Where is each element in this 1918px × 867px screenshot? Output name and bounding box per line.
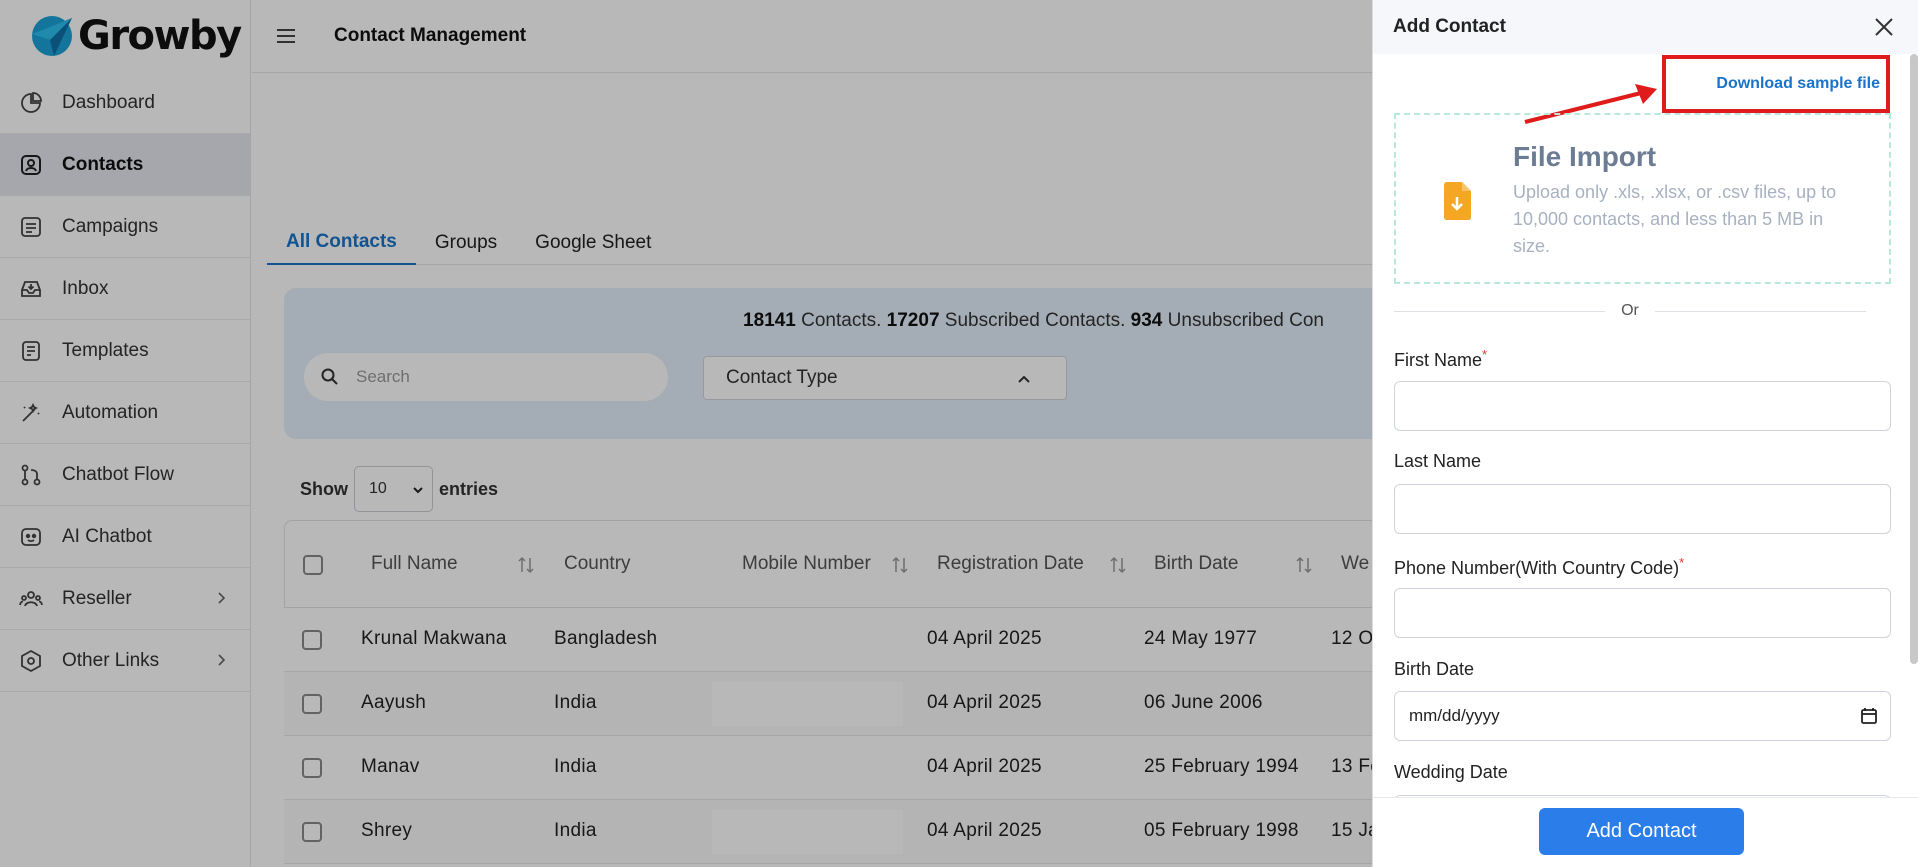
birth-date-input[interactable]: mm/dd/yyyy bbox=[1394, 691, 1891, 741]
wedding-date-label: Wedding Date bbox=[1394, 762, 1508, 782]
phone-number-label-text: Phone Number(With Country Code) bbox=[1394, 558, 1680, 578]
file-download-icon bbox=[1444, 182, 1471, 220]
file-import-title: File Import bbox=[1513, 141, 1657, 172]
drawer-scrollbar[interactable] bbox=[1910, 54, 1918, 664]
last-name-input[interactable] bbox=[1394, 484, 1891, 534]
date-placeholder: mm/dd/yyyy bbox=[1409, 706, 1500, 725]
required-marker: * bbox=[1482, 347, 1488, 362]
file-import-description: Upload only .xls, .xlsx, or .csv files, … bbox=[1513, 182, 1837, 256]
last-name-label: Last Name bbox=[1394, 451, 1482, 471]
add-contact-drawer: Add Contact Download sample file File Im… bbox=[1372, 0, 1918, 867]
calendar-icon[interactable] bbox=[1860, 707, 1878, 725]
birth-date-label: Birth Date bbox=[1394, 659, 1475, 679]
modal-backdrop[interactable] bbox=[0, 0, 1372, 867]
or-divider: Or bbox=[1394, 302, 1866, 320]
drawer-footer: Add Contact bbox=[1373, 797, 1918, 867]
highlight-box bbox=[1662, 55, 1890, 113]
drawer-header: Add Contact bbox=[1373, 0, 1918, 54]
drawer-title: Add Contact bbox=[1393, 16, 1506, 37]
add-contact-button[interactable]: Add Contact bbox=[1539, 808, 1744, 855]
or-text: Or bbox=[1621, 302, 1639, 319]
phone-number-input[interactable] bbox=[1394, 588, 1891, 638]
required-marker: * bbox=[1679, 555, 1685, 570]
close-icon[interactable] bbox=[1872, 15, 1896, 39]
first-name-label-text: First Name bbox=[1394, 350, 1483, 370]
first-name-input[interactable] bbox=[1394, 381, 1891, 431]
phone-number-label: Phone Number(With Country Code)* bbox=[1394, 555, 1684, 579]
first-name-label: First Name* bbox=[1394, 347, 1487, 371]
file-import-dropzone[interactable]: File Import Upload only .xls, .xlsx, or … bbox=[1394, 113, 1891, 284]
